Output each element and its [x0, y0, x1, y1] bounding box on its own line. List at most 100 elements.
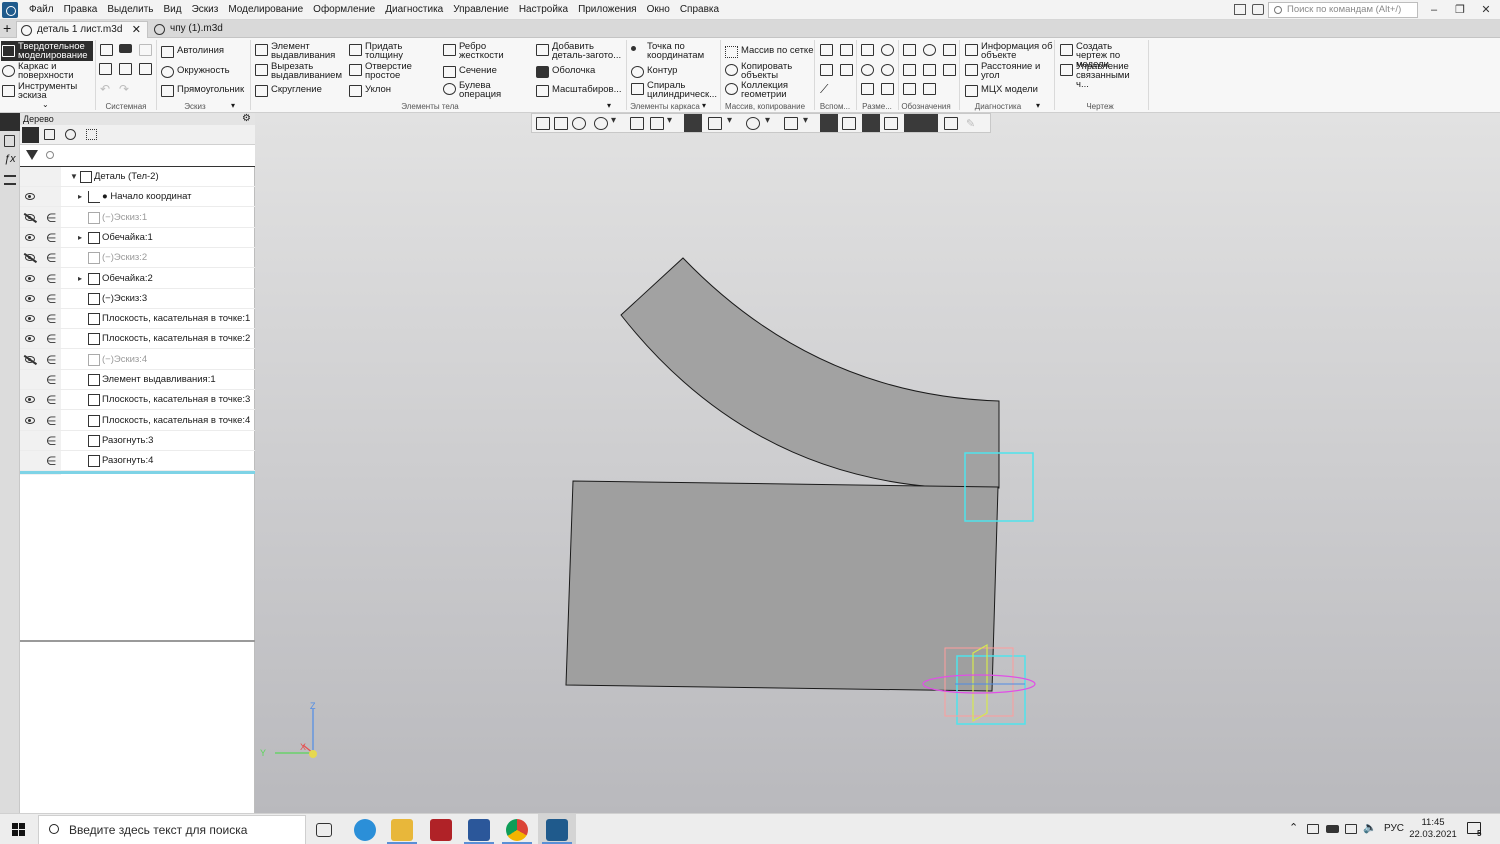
aux-axis-icon[interactable] [820, 44, 833, 56]
tree-view-history-icon[interactable] [22, 127, 39, 143]
rib-button[interactable]: Ребро жесткости [442, 42, 508, 60]
menu-item[interactable]: Выделить [102, 0, 158, 20]
layout-icon[interactable] [1234, 4, 1246, 15]
rectangle-button[interactable]: Прямоугольник [160, 85, 244, 97]
aux-line-icon[interactable]: ⟋ [820, 82, 828, 97]
visibility-eye-icon[interactable] [25, 213, 35, 221]
tray-network-icon[interactable] [1307, 824, 1319, 834]
winrar-icon[interactable] [430, 819, 452, 841]
draft-button[interactable]: Уклон [348, 85, 391, 97]
geometry-collection-button[interactable]: Коллекция геометрии [724, 81, 796, 99]
expand-chevron-icon[interactable]: ▸ [78, 192, 82, 201]
visibility-eye-icon[interactable] [25, 294, 35, 302]
dim-angle-icon[interactable] [881, 44, 894, 56]
menu-item[interactable]: Вид [159, 0, 187, 20]
element-membership-icon[interactable]: ∈ [46, 414, 56, 428]
menu-item[interactable]: Диагностика [380, 0, 448, 20]
tray-expand-icon[interactable]: ⌃ [1289, 821, 1298, 834]
tray-display-icon[interactable] [1345, 824, 1357, 834]
chrome-icon[interactable] [506, 819, 528, 841]
element-membership-icon[interactable]: ∈ [46, 434, 56, 448]
command-search-input[interactable]: Поиск по командам (Alt+/) [1268, 2, 1418, 18]
mass-properties-button[interactable]: МЦХ модели [964, 85, 1038, 97]
menu-item[interactable]: Настройка [514, 0, 573, 20]
frame-dropdown-icon[interactable]: ▾ [702, 101, 706, 110]
tree-row[interactable]: ∈ ▸ Обечайка:1 [20, 228, 255, 248]
menu-item[interactable]: Эскиз [187, 0, 224, 20]
simple-hole-button[interactable]: Отверстие простое [348, 62, 414, 80]
element-membership-icon[interactable]: ∈ [46, 312, 56, 326]
task-view-icon[interactable] [316, 823, 332, 837]
circle-button[interactable]: Окружность [160, 66, 230, 78]
add-blank-button[interactable]: Добавить деталь-загото... [535, 42, 627, 60]
thicken-button[interactable]: Придать толщину [348, 42, 410, 60]
tree-row[interactable]: ∈ ▸ Обечайка:2 [20, 269, 255, 289]
filter-icon[interactable] [26, 150, 38, 160]
fillet-button[interactable]: Скругление [254, 85, 322, 97]
tab-cnc[interactable]: чпу (1).m3d [150, 21, 260, 38]
aux-tree-icon[interactable] [840, 44, 853, 56]
app-logo-icon[interactable] [2, 2, 18, 18]
tree-row[interactable]: ∈ Разогнуть:4 [20, 451, 255, 472]
cut-extrude-button[interactable]: Вырезать выдавливанием [254, 62, 342, 80]
dim-linear-icon[interactable] [861, 44, 874, 56]
grid-array-button[interactable]: Массив по сетке [724, 46, 813, 58]
tray-language[interactable]: РУС [1384, 823, 1404, 834]
print-icon[interactable] [99, 63, 112, 75]
tree-row[interactable]: ∈ (−)Эскиз:2 [20, 248, 255, 269]
menu-item[interactable]: Справка [675, 0, 724, 20]
3d-viewport[interactable]: ✎ Z Y X [255, 113, 1500, 813]
mark-base-icon[interactable] [903, 64, 916, 76]
menu-item[interactable]: Окно [642, 0, 675, 20]
menu-item[interactable]: Управление [448, 0, 514, 20]
expand-chevron-icon[interactable]: ▼ [70, 172, 78, 181]
mode-sketch-tools[interactable]: Инструменты эскиза [1, 82, 93, 102]
visibility-eye-icon[interactable] [25, 355, 35, 363]
mode-solid-modeling[interactable]: Твердотельное моделирование [1, 41, 93, 61]
kompas-icon[interactable] [546, 819, 568, 841]
restore-button[interactable]: ❐ [1450, 2, 1470, 18]
tree-panel-tab[interactable] [0, 113, 20, 131]
aux-cs-icon[interactable] [840, 64, 853, 76]
manage-drawings-button[interactable]: Управление связанными ч... [1059, 62, 1145, 89]
menu-item[interactable]: Правка [59, 0, 103, 20]
mark-roughness-icon[interactable] [903, 44, 916, 56]
distance-angle-button[interactable]: Расстояние и угол [964, 62, 1044, 80]
tree-row[interactable]: ∈ Плоскость, касательная в точке:1 [20, 309, 255, 330]
element-membership-icon[interactable]: ∈ [46, 292, 56, 306]
tree-row[interactable]: ∈ Разогнуть:3 [20, 431, 255, 451]
mark-position-icon[interactable] [943, 64, 956, 76]
visibility-eye-icon[interactable] [25, 335, 35, 343]
element-membership-icon[interactable]: ∈ [46, 332, 56, 346]
boolean-button[interactable]: Булева операция [442, 81, 508, 99]
open-folder-icon[interactable] [119, 44, 132, 53]
flat-plate-body[interactable] [565, 480, 999, 692]
diag-dropdown-icon[interactable]: ▾ [1036, 101, 1040, 110]
minimize-button[interactable]: – [1424, 2, 1444, 18]
shell-button[interactable]: Оболочка [535, 66, 595, 78]
mark-center-icon[interactable] [923, 44, 936, 56]
close-button[interactable]: ✕ [1476, 2, 1496, 18]
explorer-icon[interactable] [391, 819, 413, 841]
element-membership-icon[interactable]: ∈ [46, 373, 56, 387]
element-membership-icon[interactable]: ∈ [46, 231, 56, 245]
visibility-eye-icon[interactable] [25, 416, 35, 424]
tree-settings-icon[interactable]: ⚙ [242, 113, 251, 125]
word-icon[interactable] [468, 819, 490, 841]
dim-radius-icon[interactable] [861, 64, 874, 76]
visibility-eye-icon[interactable] [25, 254, 35, 262]
variables-icon[interactable]: ƒx [4, 153, 16, 165]
tree-view-structure-icon[interactable] [44, 129, 55, 140]
save-icon[interactable] [139, 63, 152, 75]
tree-row[interactable]: ∈ Плоскость, касательная в точке:2 [20, 329, 255, 350]
scale-button[interactable]: Масштабиров... [535, 85, 621, 97]
expand-chevron-icon[interactable]: ▸ [78, 274, 82, 283]
dim-chain-icon[interactable] [881, 83, 894, 95]
visibility-eye-icon[interactable] [25, 315, 35, 323]
panel-splitter[interactable] [20, 640, 255, 642]
visibility-eye-icon[interactable] [25, 274, 35, 282]
mark-tolerance-icon[interactable] [923, 64, 936, 76]
camera-icon[interactable] [1252, 4, 1264, 15]
tab-detail-1[interactable]: деталь 1 лист.m3d ✕ [16, 21, 148, 38]
tree-view-3d-icon[interactable] [65, 129, 76, 140]
